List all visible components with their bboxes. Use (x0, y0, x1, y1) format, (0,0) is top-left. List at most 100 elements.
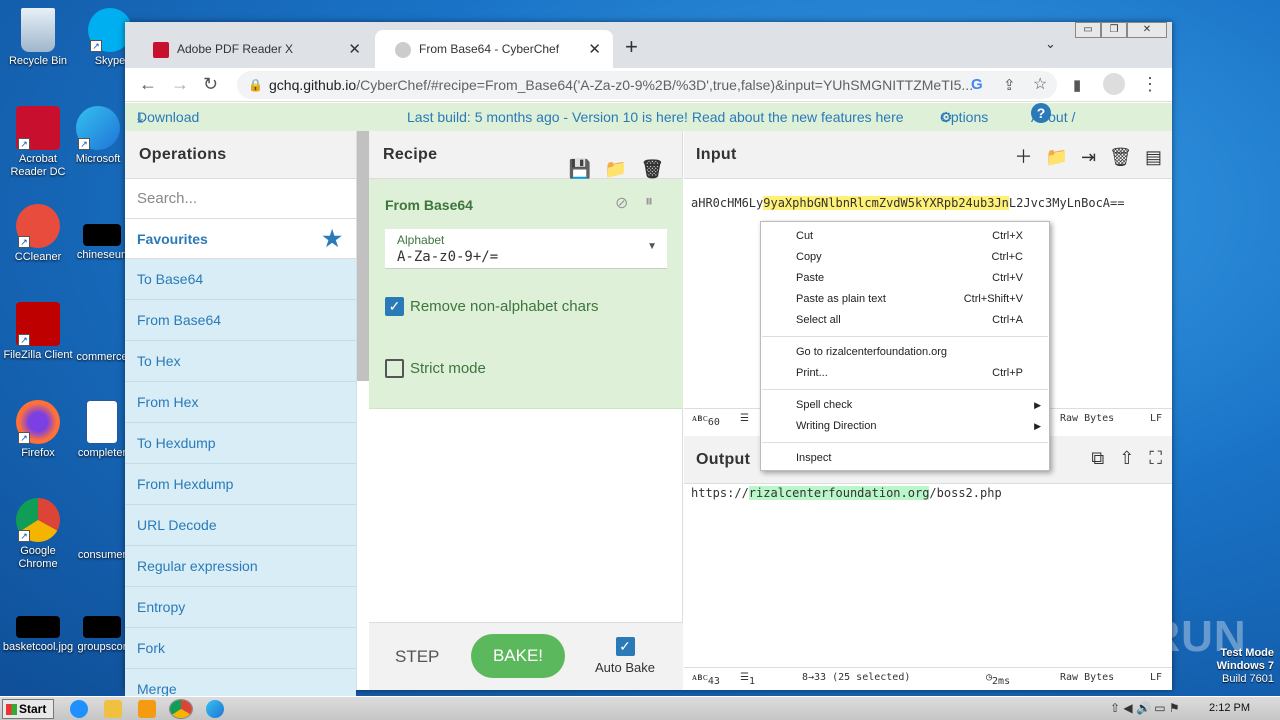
menu-item-cut[interactable]: Cut Ctrl+X (761, 226, 1049, 247)
open-folder-icon[interactable]: 📁 (1046, 147, 1068, 167)
operations-title: Operations (125, 131, 356, 179)
maximize-icon[interactable]: ⛶ (1149, 448, 1162, 468)
menu-item-inspect[interactable]: Inspect (761, 448, 1049, 469)
copy-icon[interactable]: ⧉ (1091, 448, 1104, 468)
clock[interactable]: 2:12 PM (1209, 702, 1250, 714)
reload-icon[interactable]: ↻ (203, 74, 218, 95)
ie-icon[interactable] (70, 700, 88, 718)
menu-separator (762, 389, 1048, 390)
tray-icons[interactable]: ⇧ ◀ 🔊 ▭ ⚑ (1110, 701, 1180, 715)
recipe-panel: Recipe 💾 📁 🗑 From Base64 ⊘ ⏸ Alphabet A-… (369, 131, 683, 690)
tab-close-button[interactable]: ✕ (348, 40, 361, 58)
word-document-icon (86, 400, 118, 444)
operation-item[interactable]: From Base64 (125, 300, 356, 341)
operation-item[interactable]: Entropy (125, 587, 356, 628)
step-button[interactable]: STEP (395, 647, 439, 667)
maximize-button[interactable]: ❐ (1101, 22, 1127, 38)
help-circle-icon: ? (1031, 103, 1051, 123)
tab-cyberchef[interactable]: From Base64 - CyberChef ✕ (375, 30, 613, 68)
tab-search-chevron-icon[interactable]: ⌄ (1045, 36, 1056, 52)
operation-item[interactable]: From Hex (125, 382, 356, 423)
operation-item[interactable]: Fork (125, 628, 356, 669)
last-build-link[interactable]: Last build: 5 months ago - Version 10 is… (407, 103, 904, 131)
start-button[interactable]: Start (2, 699, 54, 719)
pause-icon[interactable]: ⏸ (645, 193, 653, 211)
share-icon[interactable]: ⇪ (1003, 76, 1016, 94)
edge-taskbar-icon[interactable] (206, 700, 224, 718)
acrobat-icon: ↗ (16, 106, 60, 150)
menu-item-paste[interactable]: Paste Ctrl+V (761, 268, 1049, 289)
add-tab-icon[interactable]: ＋ (1015, 147, 1033, 167)
star-icon[interactable]: ★ (322, 219, 342, 259)
bookmark-star-icon[interactable]: ☆ (1033, 74, 1047, 94)
output-format[interactable]: Raw Bytes (1060, 672, 1114, 683)
file-thumbnail-icon (83, 616, 121, 638)
windows-logo-icon (6, 704, 17, 715)
edge-icon: ↗ (76, 106, 120, 150)
strict-mode-checkbox[interactable]: Strict mode (385, 359, 486, 378)
output-text[interactable]: https://rizalcenterfoundation.org/boss2.… (691, 486, 1002, 500)
minimize-button[interactable]: ▭ (1075, 22, 1101, 38)
operation-item[interactable]: To Hexdump (125, 423, 356, 464)
cyberchef-favicon-icon (395, 42, 411, 58)
input-textarea[interactable]: aHR0cHM6Ly9yaXphbGNlbnRlcmZvdW5kYXRpb24u… (691, 193, 1169, 213)
output-toolbar: ⧉ ⇧ ⛶ (1091, 448, 1162, 469)
load-file-icon[interactable]: ⇥ (1081, 147, 1096, 167)
checkbox-checked-icon: ✓ (615, 637, 635, 656)
operations-scrollbar[interactable] (357, 131, 369, 381)
replace-input-icon[interactable]: ⇧ (1119, 448, 1134, 468)
disable-icon[interactable]: ⊘ (615, 193, 628, 213)
info-banner: Download CyberChef ⤓ Last build: 5 month… (125, 103, 1172, 153)
input-eol[interactable]: LF (1150, 413, 1162, 424)
output-highlight: rizalcenterfoundation.org (748, 486, 930, 500)
remove-non-alphabet-checkbox[interactable]: ✓ Remove non-alphabet chars (385, 297, 598, 316)
menu-item-spell-check[interactable]: Spell check ▶ (761, 395, 1049, 416)
favourites-category[interactable]: Favourites ★ (125, 219, 356, 259)
folder-icon[interactable]: 📁 (605, 159, 628, 179)
menu-item-print[interactable]: Print... Ctrl+P (761, 363, 1049, 384)
layout-icon[interactable]: ▤ (1145, 147, 1162, 167)
menu-item-goto-url[interactable]: Go to rizalcenterfoundation.org (761, 342, 1049, 363)
menu-separator (762, 336, 1048, 337)
forward-arrow-icon[interactable]: → (171, 74, 189, 95)
save-icon[interactable]: 💾 (569, 159, 592, 179)
profile-avatar-icon[interactable] (1103, 73, 1125, 95)
bake-button[interactable]: BAKE! (471, 634, 565, 678)
chrome-taskbar-icon[interactable] (169, 699, 193, 719)
recipe-operation-from-base64[interactable]: From Base64 ⊘ ⏸ Alphabet A-Za-z0-9+/= ▼ … (369, 179, 683, 409)
test-mode-notice: Test Mode Windows 7 Build 7601 (1216, 647, 1274, 685)
trash-icon[interactable]: 🗑 (1109, 147, 1132, 167)
new-tab-button[interactable]: + (625, 34, 638, 60)
address-bar[interactable]: 🔒 gchq.github.io/CyberChef/#recipe=From_… (237, 71, 1057, 99)
dropdown-arrow-icon: ▼ (647, 241, 657, 252)
input-header: Input ＋ 📁 ⇥ 🗑 ▤ (684, 131, 1172, 179)
output-status-bar: ᴀʙᴄ 43 ☰ 1 8→33 (25 selected) ◷ 2ms Raw … (684, 667, 1172, 689)
explorer-folder-icon[interactable] (104, 700, 122, 718)
desktop-icon-recycle-bin[interactable]: Recycle Bin (0, 8, 76, 68)
trash-icon[interactable]: 🗑 (641, 159, 664, 179)
operation-item[interactable]: Regular expression (125, 546, 356, 587)
tab-adobe-pdf[interactable]: Adobe PDF Reader X ✕ (133, 30, 373, 68)
operation-item[interactable]: To Base64 (125, 259, 356, 300)
tab-close-button[interactable]: ✕ (588, 40, 601, 58)
auto-bake-checkbox[interactable]: ✓ Auto Bake (595, 637, 655, 675)
output-eol[interactable]: LF (1150, 672, 1162, 683)
menu-item-writing-direction[interactable]: Writing Direction ▶ (761, 416, 1049, 437)
media-player-icon[interactable] (138, 700, 156, 718)
input-format[interactable]: Raw Bytes (1060, 413, 1114, 424)
menu-item-select-all[interactable]: Select all Ctrl+A (761, 310, 1049, 331)
file-thumbnail-icon (80, 320, 124, 348)
operation-item[interactable]: To Hex (125, 341, 356, 382)
operation-item[interactable]: URL Decode (125, 505, 356, 546)
close-window-button[interactable]: ✕ (1127, 22, 1167, 38)
back-arrow-icon[interactable]: ← (139, 74, 157, 95)
side-panel-icon[interactable]: ▮ (1073, 76, 1081, 94)
menu-item-paste-plain[interactable]: Paste as plain text Ctrl+Shift+V (761, 289, 1049, 310)
char-count: ᴀʙᴄ 43 (692, 672, 720, 687)
menu-item-copy[interactable]: Copy Ctrl+C (761, 247, 1049, 268)
kebab-menu-icon[interactable]: ⋮ (1141, 74, 1159, 95)
operations-search-input[interactable]: Search... (125, 179, 356, 219)
google-lens-icon[interactable]: G (971, 76, 983, 93)
alphabet-select[interactable]: Alphabet A-Za-z0-9+/= ▼ (385, 229, 667, 269)
operation-item[interactable]: From Hexdump (125, 464, 356, 505)
